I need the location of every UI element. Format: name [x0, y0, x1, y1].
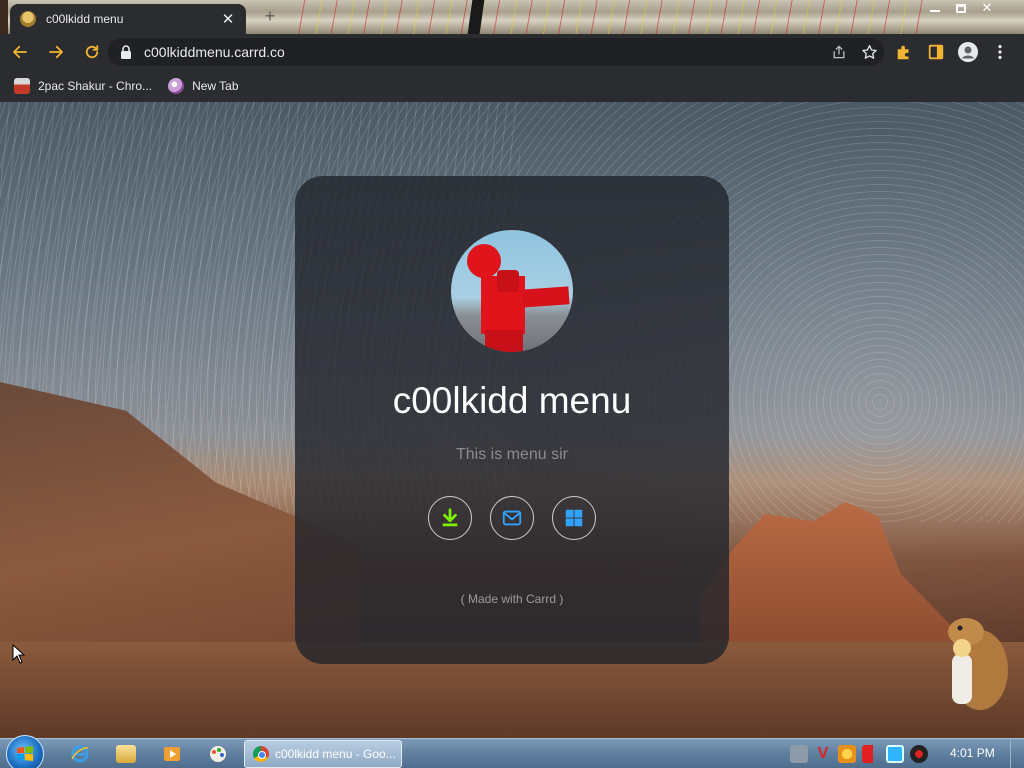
toolbar-right — [888, 36, 1016, 68]
show-desktop-button[interactable] — [1010, 739, 1024, 768]
bookmarks-bar: 2pac Shakur - Chro... New Tab — [0, 70, 1024, 102]
back-button[interactable] — [4, 36, 36, 68]
tray-display-icon[interactable] — [886, 745, 904, 763]
new-tab-button[interactable]: + — [260, 6, 280, 26]
address-bar[interactable]: c00lkiddmenu.carrd.co — [108, 38, 884, 66]
page-subtitle: This is menu sir — [455, 446, 569, 463]
avatar-figure — [497, 270, 519, 292]
made-with-carrd-link[interactable]: ( Made with Carrd ) — [461, 592, 564, 606]
minimize-icon — [930, 10, 940, 12]
browser-toolbar: c00lkiddmenu.carrd.co — [0, 34, 1024, 70]
media-player-button[interactable] — [152, 742, 192, 766]
windows-logo-icon — [17, 746, 33, 761]
taskbar-clock[interactable]: 4:01 PM — [950, 746, 995, 760]
tab-close-icon[interactable]: ✕ — [220, 10, 236, 28]
share-button[interactable] — [824, 38, 854, 66]
email-button[interactable] — [490, 496, 534, 540]
menu-button[interactable] — [984, 36, 1016, 68]
forward-arrow-icon — [49, 45, 63, 59]
close-window-button[interactable]: ✕ — [974, 0, 1000, 16]
tab-favicon-icon — [20, 11, 36, 27]
maximize-button[interactable] — [948, 0, 974, 16]
avatar-figure — [485, 330, 523, 352]
forward-button[interactable] — [40, 36, 72, 68]
bookmark-label: 2pac Shakur - Chro... — [38, 79, 153, 93]
system-tray: V — [790, 745, 928, 763]
bookmark-star-button[interactable] — [854, 38, 884, 66]
windows-icon — [565, 509, 583, 527]
avatar-figure — [467, 244, 501, 278]
bookmark-new-tab[interactable]: New Tab — [168, 78, 239, 94]
download-icon — [442, 508, 458, 527]
wallpaper-strip — [290, 0, 930, 34]
tray-app-icon[interactable] — [790, 745, 808, 763]
taskbar: c00lkidd menu - Goo... V 4:01 PM — [0, 735, 1024, 768]
more-vertical-icon — [998, 44, 1002, 60]
extensions-button[interactable] — [888, 36, 920, 68]
avatar-figure — [520, 286, 570, 308]
back-arrow-icon — [13, 45, 27, 59]
side-panel-button[interactable] — [920, 36, 952, 68]
reload-icon — [85, 45, 99, 59]
profile-button[interactable] — [952, 36, 984, 68]
browser-tab[interactable]: c00lkidd menu ✕ — [10, 4, 246, 34]
chrome-icon — [253, 746, 269, 762]
tray-search-icon[interactable] — [838, 745, 856, 763]
side-panel-icon — [928, 44, 944, 60]
bookmark-favicon-icon — [168, 78, 185, 94]
explorer-button[interactable] — [106, 742, 146, 766]
start-button[interactable] — [6, 735, 44, 768]
taskbar-window-title: c00lkidd menu - Goo... — [275, 747, 396, 761]
avatar — [451, 230, 573, 352]
bookmark-label: New Tab — [192, 79, 239, 93]
tab-strip: c00lkidd menu ✕ + ✕ — [0, 0, 1024, 34]
taskbar-chrome-window[interactable]: c00lkidd menu - Goo... — [244, 740, 402, 768]
tab-title: c00lkidd menu — [46, 12, 124, 26]
tray-flag-icon[interactable] — [862, 745, 880, 763]
bookmark-2pac[interactable]: 2pac Shakur - Chro... — [14, 78, 152, 94]
tray-v-icon[interactable]: V — [814, 745, 832, 763]
lock-icon[interactable] — [118, 44, 134, 60]
profile-card: c00lkidd menu This is menu sir ( Made wi… — [295, 176, 729, 664]
windows-button[interactable] — [552, 496, 596, 540]
media-player-icon — [164, 747, 180, 761]
bookmark-favicon-icon — [14, 78, 30, 94]
reload-button[interactable] — [76, 36, 108, 68]
maximize-icon — [956, 3, 966, 13]
internet-explorer-icon — [71, 745, 89, 763]
address-url[interactable]: c00lkiddmenu.carrd.co — [144, 44, 824, 60]
desktop-mascot-icon — [948, 618, 1008, 710]
tray-volume-icon[interactable] — [910, 745, 928, 763]
mail-icon — [502, 510, 522, 526]
icon-button-row — [428, 496, 596, 540]
close-icon: ✕ — [981, 0, 993, 15]
avatar-icon — [958, 42, 978, 62]
minimize-button[interactable] — [922, 0, 948, 16]
window-controls: ✕ — [922, 0, 1000, 18]
internet-explorer-button[interactable] — [60, 742, 100, 766]
folder-icon — [116, 745, 136, 763]
download-button[interactable] — [428, 496, 472, 540]
paint-button[interactable] — [198, 742, 238, 766]
wallpaper-strip — [0, 0, 8, 34]
puzzle-icon — [897, 45, 909, 60]
star-icon — [861, 44, 877, 59]
page-title: c00lkidd menu — [392, 380, 632, 421]
mouse-cursor-icon — [12, 644, 26, 664]
page-viewport: c00lkidd menu This is menu sir ( Made wi… — [0, 102, 1024, 738]
paint-icon — [210, 746, 226, 762]
share-icon — [833, 45, 845, 59]
